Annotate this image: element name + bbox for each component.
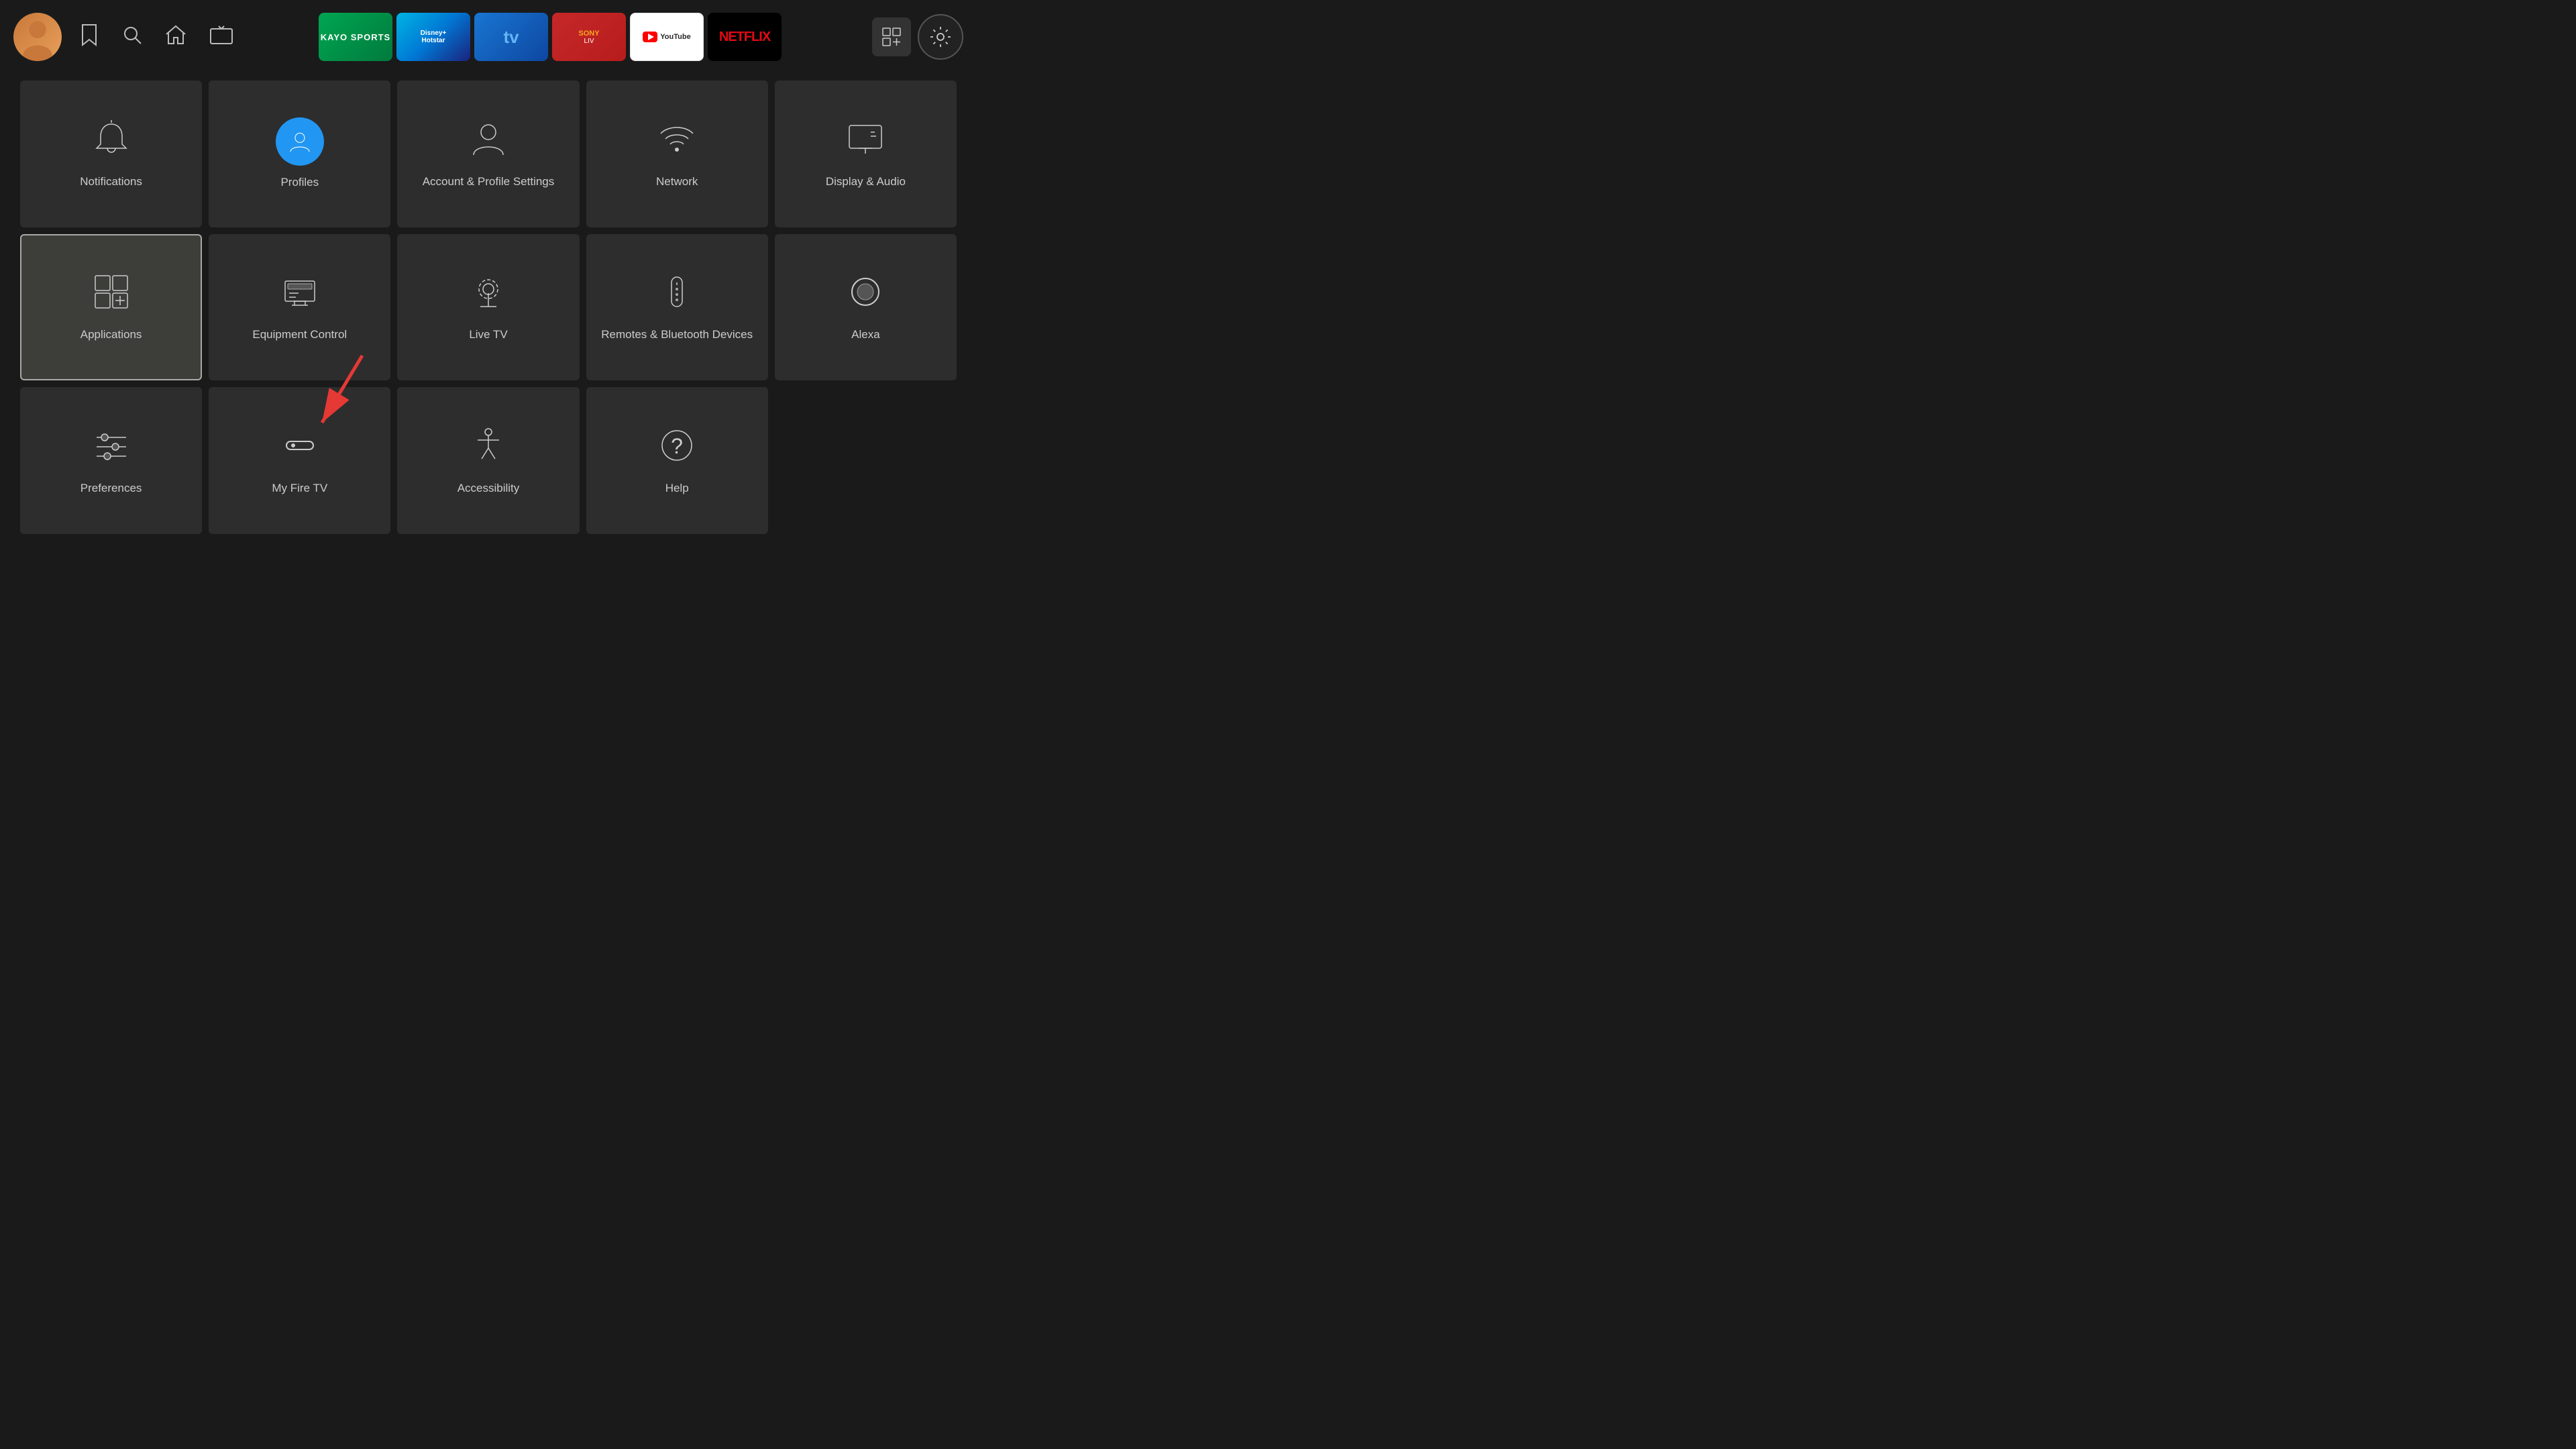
equipment-label: Equipment Control [252, 327, 347, 342]
help-icon: ? [657, 425, 697, 472]
nav-right [872, 14, 963, 60]
app-kayo[interactable]: KAYO SPORTS [319, 13, 392, 61]
myfiretv-label: My Fire TV [272, 481, 327, 496]
settings-grid: Notifications Profiles Account & Profile… [0, 74, 977, 547]
applications-label: Applications [80, 327, 142, 342]
app-tv[interactable]: tv [474, 13, 548, 61]
netflix-label: NETFLIX [719, 30, 770, 45]
grid-item-accessibility[interactable]: Accessibility [397, 387, 579, 534]
grid-item-profiles[interactable]: Profiles [209, 80, 390, 227]
nav-left [13, 13, 239, 61]
grid-item-display[interactable]: Display & Audio [775, 80, 957, 227]
antenna-icon [468, 272, 508, 318]
wifi-icon [657, 119, 697, 165]
remote-icon [657, 272, 697, 318]
bell-icon [91, 119, 131, 165]
app-youtube[interactable]: YouTube [630, 13, 704, 61]
app-sony[interactable]: SONY LIV [552, 13, 626, 61]
top-navigation: KAYO SPORTS Disney+Hotstar tv SONY LIV Y… [0, 0, 977, 74]
equipment-icon [280, 272, 320, 318]
grid-item-network[interactable]: Network [586, 80, 768, 227]
account-label: Account & Profile Settings [423, 174, 555, 189]
apps-grid-icon[interactable] [872, 17, 911, 56]
grid-item-account[interactable]: Account & Profile Settings [397, 80, 579, 227]
firetv-icon [280, 425, 320, 472]
search-icon[interactable] [117, 19, 148, 55]
svg-text:?: ? [671, 434, 683, 458]
grid-item-applications[interactable]: Applications [20, 234, 202, 381]
tv-icon[interactable] [204, 19, 239, 55]
tv-app-label: tv [503, 27, 519, 48]
grid-item-help[interactable]: ? Help [586, 387, 768, 534]
notifications-label: Notifications [80, 174, 142, 189]
app-shortcuts: KAYO SPORTS Disney+Hotstar tv SONY LIV Y… [319, 13, 782, 61]
grid-item-alexa[interactable]: Alexa [775, 234, 957, 381]
bookmark-icon[interactable] [74, 18, 105, 56]
grid-item-equipment[interactable]: Equipment Control [209, 234, 390, 381]
home-icon[interactable] [160, 19, 192, 55]
alexa-label: Alexa [851, 327, 880, 342]
accessibility-label: Accessibility [458, 481, 520, 496]
youtube-content: YouTube [643, 32, 690, 42]
remotes-label: Remotes & Bluetooth Devices [601, 327, 753, 342]
profiles-label: Profiles [280, 175, 319, 190]
monitor-icon [845, 119, 885, 165]
app-hotstar[interactable]: Disney+Hotstar [396, 13, 470, 61]
apps-icon [91, 272, 131, 318]
kayo-label: KAYO SPORTS [321, 32, 390, 42]
sony-app-content: SONY LIV [578, 30, 599, 45]
grid-item-notifications[interactable]: Notifications [20, 80, 202, 227]
alexa-icon [845, 272, 885, 318]
youtube-label: YouTube [660, 33, 690, 41]
sliders-icon [91, 425, 131, 472]
hotstar-label: Disney+Hotstar [418, 27, 449, 47]
network-label: Network [656, 174, 698, 189]
display-label: Display & Audio [826, 174, 906, 189]
preferences-label: Preferences [80, 481, 142, 496]
livetv-label: Live TV [469, 327, 507, 342]
grid-item-myfiretv[interactable]: My Fire TV [209, 387, 390, 534]
app-netflix[interactable]: NETFLIX [708, 13, 782, 61]
profile-icon [276, 117, 324, 166]
grid-item-livetv[interactable]: Live TV [397, 234, 579, 381]
grid-item-preferences[interactable]: Preferences [20, 387, 202, 534]
settings-icon[interactable] [918, 14, 963, 60]
account-icon [468, 119, 508, 165]
accessibility-icon [468, 425, 508, 472]
help-label: Help [665, 481, 689, 496]
grid-item-remotes[interactable]: Remotes & Bluetooth Devices [586, 234, 768, 381]
user-avatar[interactable] [13, 13, 62, 61]
